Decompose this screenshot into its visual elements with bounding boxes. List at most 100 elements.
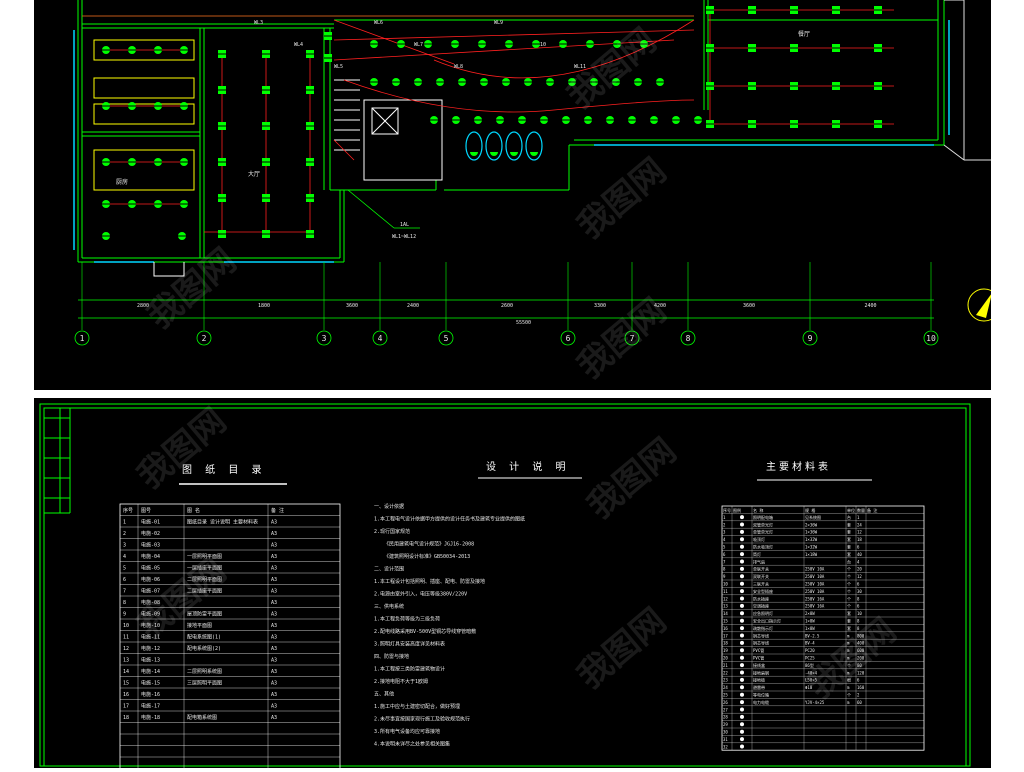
ceiling-light-square [832,120,840,128]
materials-cell: 吸顶灯 [753,536,765,542]
note-line: 1.本工程电气设计依据甲方提供的设计任务书及建筑专业提供的图纸 [374,516,525,523]
wire-tag: WL6 [374,20,383,26]
ceiling-light-square [262,50,270,58]
light-fixtures [102,6,882,240]
wire-tag: WL7 [414,42,423,48]
ceiling-light-square [790,6,798,14]
materials-cell: 8 [857,619,860,624]
circuit-wire [433,19,695,79]
legend-symbol-icon [740,722,744,727]
room-label-hall: 大厅 [248,170,260,178]
materials-cell: 1×18W [805,552,818,557]
materials-cell: 24 [723,685,728,690]
materials-cell: 250V 16A [805,596,825,601]
ceiling-light-round [518,116,526,124]
materials-header-cell: 序号 [723,507,731,513]
ceiling-light-square [218,158,226,166]
index-cell: 一层照明平面图 [187,554,222,560]
materials-cell: 2 [857,693,860,698]
segment-dimension: 2800 [137,303,149,309]
materials-cell: m [847,700,850,705]
index-title: 图 纸 目 录 [182,463,267,476]
materials-cell: 铜芯导线 [753,640,769,646]
axis-label: 1 [80,334,85,343]
index-cell: 二层照明系统图 [187,668,222,675]
materials-cell: 200 [857,656,865,661]
ceiling-light-square [874,120,882,128]
materials-cell: 套 [847,625,851,631]
materials-header-cell: 规 格 [805,507,815,513]
index-cell: 电施-12 [141,645,160,652]
materials-header-cell: 图例 [733,507,741,513]
ceiling-light-round [154,158,162,166]
stair-core [153,79,443,277]
axis-label: 3 [322,334,327,343]
ceiling-light-square [262,230,270,238]
wire-tag: WL3 [254,20,263,26]
materials-cell: 防水插座 [753,595,769,601]
sheet-border [39,403,971,767]
ceiling-light-round [451,40,459,48]
materials-cell: 接线盒 [753,662,765,668]
ceiling-light-square [218,194,226,202]
ceiling-light-round [540,116,548,124]
ceiling-light-round [458,78,466,86]
index-cell: 电施-11 [141,634,160,641]
materials-cell: 电力电缆 [753,699,769,705]
note-line: 2.现行国家规范 [374,528,410,535]
materials-cell: m [847,670,850,675]
axis-label: 8 [686,334,691,343]
index-cell: 电施-07 [141,588,160,595]
ceiling-light-square [874,82,882,90]
segment-dimension: 2600 [501,303,513,309]
index-cell: 3 [123,543,126,549]
axis-label: 4 [378,334,383,343]
ceiling-light-round [480,78,488,86]
segment-dimension: 3600 [743,303,755,309]
materials-cell: 安全出口指示灯 [753,618,781,624]
room-label-dining: 餐厅 [798,30,810,38]
room-label-kitchen: 厨房 [116,178,128,186]
materials-cell: 避雷带 [753,684,765,690]
floor-plan-panel: WL3 WL4 WL5 WL6 WL7 WL8 WL9 WL10 WL11 1234567891… [34,0,1001,390]
materials-cell: Φ10 [805,685,813,690]
materials-cell: 个 [847,574,851,579]
index-cell: 电施-01 [141,519,160,526]
index-cell: 1 [123,520,126,526]
materials-cell: 接地极 [753,677,765,683]
ceiling-light-square [832,44,840,52]
kitchen-counters [93,39,195,191]
materials-cell: 1 [723,515,726,520]
ceiling-light-square [218,230,226,238]
index-cell: 2 [123,531,126,537]
drawing-sheet: 图 纸 目 录 设 计 说 明 主要材料表 序号 图号 图 名 备 注 1 电施-01 图纸… [39,403,971,769]
fan-fixture [505,131,523,161]
ceiling-light-round [634,78,642,86]
materials-cell: 600 [857,648,865,653]
materials-cell: 台 [847,558,851,564]
axis-label: 6 [566,334,571,343]
legend-symbol-icon [740,552,744,557]
materials-cell: 2 [723,522,726,527]
materials-cell: 套 [847,618,851,624]
materials-cell: 台 [847,514,851,520]
materials-cell: 120 [857,670,865,675]
note-line: 三、供电系统 [374,603,404,610]
materials-cell: 个 [847,693,851,698]
materials-cell: 1×32W [805,537,818,542]
index-cell: 15 [123,681,129,687]
index-cell: 电施-15 [141,680,160,687]
legend-symbol-icon [740,581,744,586]
ceiling-light-round [586,40,594,48]
materials-cell: 6 [857,678,860,683]
ceiling-light-square [218,50,226,58]
ceiling-light-round [102,200,110,208]
materials-cell: 21 [723,663,728,668]
index-cell: 二层插座平面图 [187,588,222,595]
axis-label: 10 [926,334,936,343]
materials-cell: 套 [847,544,851,550]
ceiling-light-round [478,40,486,48]
materials-cell: 10 [857,611,862,616]
index-header-cell: 备 注 [271,507,284,514]
materials-cell: 30 [723,730,728,735]
